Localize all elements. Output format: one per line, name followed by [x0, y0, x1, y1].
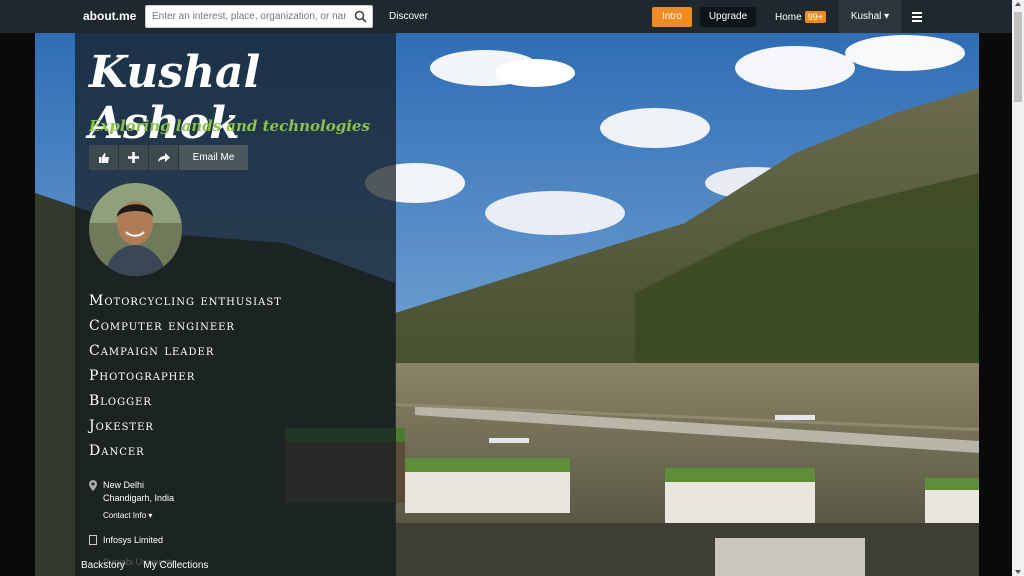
- action-buttons: Email Me: [89, 145, 248, 170]
- location-pin-icon: [89, 480, 97, 491]
- role-item: Campaign leader: [89, 343, 215, 359]
- work-info: Infosys Limited: [89, 535, 163, 545]
- profile-panel: Kushal Ashok Exploring lands and technol…: [75, 33, 396, 576]
- user-menu[interactable]: Kushal ▾: [839, 0, 901, 33]
- home-label: Home: [775, 12, 802, 23]
- search-icon[interactable]: [354, 10, 367, 23]
- follow-button[interactable]: [119, 145, 149, 170]
- about-me-logo[interactable]: about.me: [83, 9, 136, 23]
- discover-link[interactable]: Discover: [389, 11, 428, 22]
- role-item: Jokester: [89, 418, 154, 434]
- intro-button[interactable]: Intro: [652, 7, 692, 27]
- role-item: Computer engineer: [89, 318, 235, 334]
- page-background-left: [0, 33, 35, 576]
- location: New Delhi Chandigarh, India: [89, 479, 174, 505]
- role-item: Motorcycling enthusiast: [89, 293, 282, 309]
- location-home: Chandigarh, India: [103, 493, 175, 503]
- profile-tagline: Exploring lands and technologies: [89, 117, 370, 135]
- role-item: Photographer: [89, 368, 196, 384]
- scroll-thumb[interactable]: [1014, 12, 1022, 102]
- role-item: Dancer: [89, 443, 145, 459]
- page-background-right: [979, 33, 1012, 576]
- search-input[interactable]: [146, 6, 346, 27]
- contact-info-toggle[interactable]: Contact Info ▾: [103, 511, 152, 520]
- work-employer: Infosys Limited: [103, 535, 164, 545]
- notification-badge: 99+: [804, 11, 826, 23]
- email-me-button[interactable]: Email Me: [179, 145, 248, 170]
- scroll-down-icon[interactable]: [1015, 570, 1021, 574]
- share-button[interactable]: [149, 145, 179, 170]
- plus-icon: [128, 152, 139, 163]
- upgrade-button[interactable]: Upgrade: [700, 7, 756, 27]
- scroll-up-icon[interactable]: [1015, 2, 1021, 6]
- roles-list: Motorcycling enthusiast Computer enginee…: [89, 293, 282, 468]
- thumbs-up-icon: [98, 152, 109, 163]
- page-scrollbar[interactable]: [1012, 0, 1024, 576]
- top-navigation-bar: about.me Discover Intro Upgrade Home99+ …: [0, 0, 1012, 33]
- role-item: Blogger: [89, 393, 152, 409]
- home-link[interactable]: Home 99+: [775, 11, 826, 23]
- backstory-tab[interactable]: Backstory: [81, 560, 125, 571]
- bottom-tabs: Backstory My Collections: [81, 555, 222, 573]
- collections-tab[interactable]: My Collections: [143, 560, 208, 571]
- profile-avatar: [89, 183, 182, 276]
- location-current: New Delhi: [103, 480, 145, 490]
- search-box[interactable]: [145, 5, 373, 28]
- building-icon: [89, 535, 97, 545]
- menu-icon[interactable]: [912, 12, 922, 24]
- share-arrow-icon: [157, 152, 170, 162]
- compliment-button[interactable]: [89, 145, 119, 170]
